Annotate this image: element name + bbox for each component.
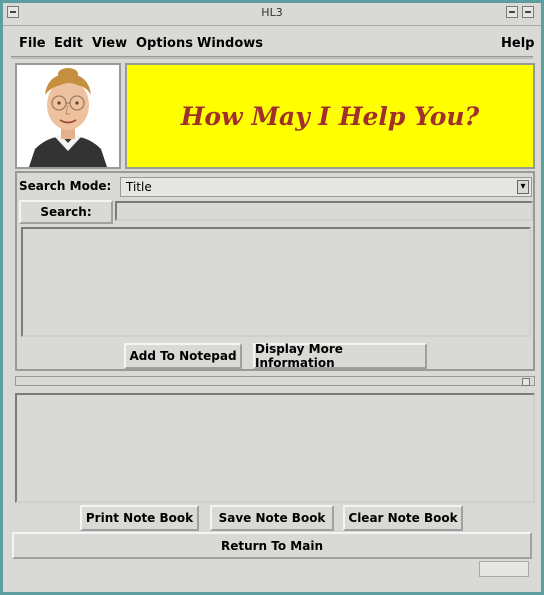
- menu-view[interactable]: View: [92, 36, 127, 51]
- menu-file-label: File: [19, 36, 46, 51]
- splitter-sash-icon[interactable]: [522, 378, 530, 386]
- app-window: HL3 File Edit View Options Windows Help: [0, 0, 544, 595]
- menu-file[interactable]: File: [19, 36, 46, 51]
- window-title: HL3: [261, 6, 283, 19]
- assistant-avatar: [15, 63, 121, 169]
- clear-notebook-button[interactable]: Clear Note Book: [343, 505, 463, 531]
- title-bar: HL3: [3, 3, 541, 26]
- menu-options[interactable]: Options: [136, 36, 193, 51]
- minimize-icon[interactable]: [506, 6, 518, 18]
- menu-help-label: Help: [501, 36, 535, 51]
- return-to-main-label: Return To Main: [220, 538, 323, 553]
- pane-splitter[interactable]: [15, 376, 535, 386]
- save-notebook-label: Save Note Book: [218, 511, 326, 525]
- print-notebook-button[interactable]: Print Note Book: [80, 505, 199, 531]
- search-mode-label: Search Mode:: [19, 179, 112, 193]
- search-input[interactable]: [115, 201, 533, 221]
- add-to-notepad-button[interactable]: Add To Notepad: [124, 343, 242, 369]
- menu-options-label: Options: [136, 36, 193, 51]
- menu-edit-label: Edit: [54, 36, 83, 51]
- menu-help[interactable]: Help: [501, 36, 534, 51]
- header-row: How May I Help You?: [15, 63, 535, 169]
- print-notebook-label: Print Note Book: [85, 511, 194, 525]
- save-notebook-button[interactable]: Save Note Book: [210, 505, 334, 531]
- avatar-portrait: [17, 65, 119, 167]
- dropdown-arrow-icon[interactable]: ▾: [517, 180, 529, 194]
- search-mode-value: Title: [126, 180, 152, 194]
- menu-edit[interactable]: Edit: [54, 36, 83, 51]
- greeting-banner: How May I Help You?: [125, 63, 535, 169]
- menu-windows-label: Windows: [197, 36, 264, 51]
- display-more-info-label: Display More Information: [255, 342, 343, 370]
- status-indicator: [479, 561, 529, 577]
- add-to-notepad-label: Add To Notepad: [129, 349, 237, 363]
- notebook-text-area[interactable]: [15, 393, 535, 503]
- maximize-icon[interactable]: [522, 6, 534, 18]
- search-button-label: Search:: [40, 205, 92, 219]
- search-button[interactable]: Search:: [19, 200, 113, 224]
- menu-windows[interactable]: Windows: [197, 36, 263, 51]
- menu-view-label: View: [92, 36, 128, 51]
- search-mode-select[interactable]: Title ▾: [120, 177, 532, 197]
- menu-bar: File Edit View Options Windows Help: [8, 29, 534, 55]
- return-to-main-button[interactable]: Return To Main: [12, 532, 532, 559]
- display-more-info-button[interactable]: Display More Information: [253, 342, 427, 370]
- search-results-area[interactable]: [21, 227, 531, 337]
- clear-notebook-label: Clear Note Book: [348, 511, 458, 525]
- search-panel: Search Mode: Title ▾ Search: Add To Note…: [15, 171, 535, 371]
- greeting-text: How May I Help You?: [180, 101, 480, 131]
- menu-separator: [11, 56, 533, 59]
